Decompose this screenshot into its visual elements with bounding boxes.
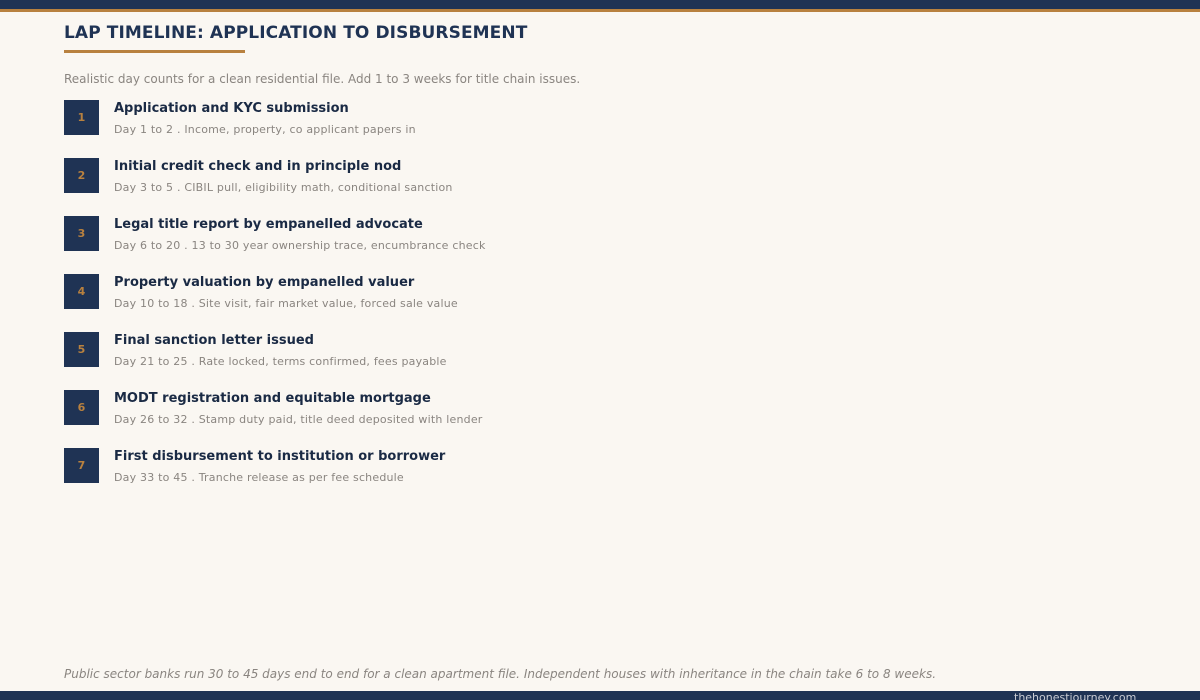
step-description: Day 33 to 45 . Tranche release as per fe… (114, 471, 404, 484)
step-description: Day 26 to 32 . Stamp duty paid, title de… (114, 413, 483, 426)
step-number-badge: 4 (64, 274, 99, 309)
top-gold-stripe (0, 9, 1200, 12)
step-number-badge: 3 (64, 216, 99, 251)
footnote: Public sector banks run 30 to 45 days en… (64, 667, 937, 681)
timeline-step: 3 Legal title report by empanelled advoc… (64, 216, 764, 256)
step-number-badge: 1 (64, 100, 99, 135)
step-number-badge: 6 (64, 390, 99, 425)
timeline-step: 7 First disbursement to institution or b… (64, 448, 764, 488)
step-number-badge: 7 (64, 448, 99, 483)
brand-url: thehonestjourney.com (1014, 691, 1137, 700)
step-description: Day 6 to 20 . 13 to 30 year ownership tr… (114, 239, 486, 252)
step-description: Day 1 to 2 . Income, property, co applic… (114, 123, 416, 136)
step-title: Property valuation by empanelled valuer (114, 275, 415, 290)
step-description: Day 21 to 25 . Rate locked, terms confir… (114, 355, 447, 368)
page-subtitle: Realistic day counts for a clean residen… (64, 72, 581, 86)
timeline-step: 4 Property valuation by empanelled value… (64, 274, 764, 314)
step-description: Day 10 to 18 . Site visit, fair market v… (114, 297, 458, 310)
bottom-footer-bar: thehonestjourney.com (0, 691, 1200, 700)
step-number-badge: 5 (64, 332, 99, 367)
step-title: Initial credit check and in principle no… (114, 159, 402, 174)
step-description: Day 3 to 5 . CIBIL pull, eligibility mat… (114, 181, 453, 194)
step-title: Application and KYC submission (114, 101, 349, 116)
page-title: LAP TIMELINE: APPLICATION TO DISBURSEMEN… (64, 23, 528, 43)
step-title: First disbursement to institution or bor… (114, 449, 446, 464)
timeline-step: 6 MODT registration and equitable mortga… (64, 390, 764, 430)
timeline-step: 2 Initial credit check and in principle … (64, 158, 764, 198)
timeline-step: 1 Application and KYC submission Day 1 t… (64, 100, 764, 140)
title-underline (64, 50, 245, 53)
step-number-badge: 2 (64, 158, 99, 193)
step-title: MODT registration and equitable mortgage (114, 391, 431, 406)
step-title: Final sanction letter issued (114, 333, 314, 348)
step-title: Legal title report by empanelled advocat… (114, 217, 423, 232)
timeline-step: 5 Final sanction letter issued Day 21 to… (64, 332, 764, 372)
top-accent-bar (0, 0, 1200, 9)
